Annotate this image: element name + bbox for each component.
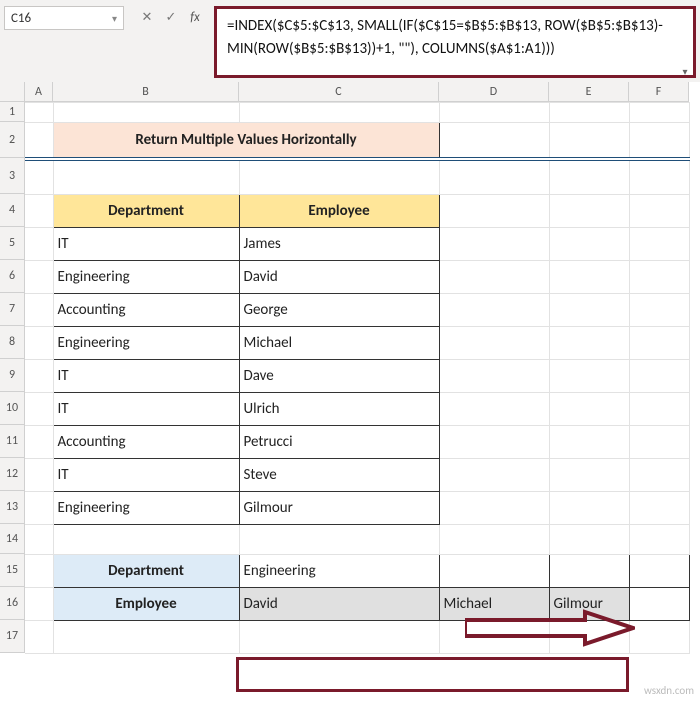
result-cell[interactable]: Gilmour	[549, 588, 629, 621]
chevron-down-icon[interactable]: ▾	[112, 12, 117, 25]
lookup-dept-value[interactable]: Engineering	[239, 555, 439, 588]
row-header[interactable]: 8	[0, 326, 25, 359]
formula-bar-wrap: =INDEX($C$5:$C$13, SMALL(IF($C$15=$B$5:$…	[214, 6, 696, 78]
table-row	[25, 103, 689, 123]
table-row	[25, 525, 689, 555]
table-row	[25, 621, 689, 654]
table-row: EngineeringGilmour	[25, 492, 689, 525]
highlight-border	[236, 657, 629, 692]
row-headers: 1 2 3 4 5 6 7 8 9 10 11 12 13 14 15 16 1…	[0, 102, 25, 654]
formula-bar-expand-icon[interactable]: ▾	[676, 64, 694, 78]
row-header[interactable]: 5	[0, 227, 25, 260]
name-box[interactable]: C16 ▾	[4, 6, 124, 30]
table-row: AccountingPetrucci	[25, 426, 689, 459]
table-row: EngineeringDavid	[25, 261, 689, 294]
table-row: Return Multiple Values Horizontally	[25, 123, 689, 159]
enter-icon[interactable]: ✓	[160, 6, 182, 28]
table-row: ITDave	[25, 360, 689, 393]
table-row: Employee David Michael Gilmour	[25, 588, 689, 621]
row-header[interactable]: 4	[0, 194, 25, 227]
row-header[interactable]: 3	[0, 158, 25, 194]
formula-bar-buttons: ✕ ✓ fx	[136, 6, 206, 28]
row-header[interactable]: 9	[0, 359, 25, 392]
row-header[interactable]: 6	[0, 260, 25, 293]
formula-bar[interactable]: =INDEX($C$5:$C$13, SMALL(IF($C$15=$B$5:$…	[214, 6, 696, 78]
row-header[interactable]: 15	[0, 554, 25, 587]
col-header-dept: Department	[53, 195, 239, 228]
col-header-F[interactable]: F	[629, 82, 689, 102]
page-title: Return Multiple Values Horizontally	[53, 123, 439, 159]
row-header[interactable]: 2	[0, 122, 25, 158]
table-row: Department Employee	[25, 195, 689, 228]
row-header[interactable]: 13	[0, 491, 25, 524]
fx-icon[interactable]: fx	[184, 6, 206, 28]
formula-bar-area: C16 ▾ ✕ ✓ fx =INDEX($C$5:$C$13, SMALL(IF…	[0, 0, 700, 82]
table-row: AccountingGeorge	[25, 294, 689, 327]
row-header[interactable]: 11	[0, 425, 25, 458]
result-cell[interactable]: David	[239, 588, 439, 621]
lookup-emp-label: Employee	[53, 588, 239, 621]
col-header-D[interactable]: D	[439, 82, 549, 102]
row-header[interactable]: 7	[0, 293, 25, 326]
cell-grid[interactable]: Return Multiple Values Horizontally Depa…	[25, 102, 690, 654]
table-row: ITJames	[25, 228, 689, 261]
lookup-dept-label: Department	[53, 555, 239, 588]
name-box-value: C16	[11, 11, 31, 26]
row-header[interactable]: 17	[0, 620, 25, 653]
row-header[interactable]: 1	[0, 102, 25, 122]
row-header[interactable]: 16	[0, 587, 25, 620]
col-header-E[interactable]: E	[549, 82, 629, 102]
result-cell[interactable]: Michael	[439, 588, 549, 621]
column-headers: A B C D E F	[0, 82, 700, 102]
row-header[interactable]: 10	[0, 392, 25, 425]
col-header-emp: Employee	[239, 195, 439, 228]
table-row: EngineeringMichael	[25, 327, 689, 360]
col-header-C[interactable]: C	[239, 82, 439, 102]
table-row: ITUlrich	[25, 393, 689, 426]
table-row	[25, 159, 689, 195]
row-header[interactable]: 14	[0, 524, 25, 554]
worksheet: A B C D E F 1 2 3 4 5 6 7 8 9 10 11 12 1…	[0, 82, 700, 654]
watermark: wsxdn.com	[644, 684, 694, 697]
col-header-A[interactable]: A	[25, 82, 53, 102]
select-all-triangle[interactable]	[0, 82, 25, 102]
table-row: ITSteve	[25, 459, 689, 492]
cancel-icon[interactable]: ✕	[136, 6, 158, 28]
row-header[interactable]: 12	[0, 458, 25, 491]
col-header-B[interactable]: B	[53, 82, 239, 102]
table-row: Department Engineering	[25, 555, 689, 588]
